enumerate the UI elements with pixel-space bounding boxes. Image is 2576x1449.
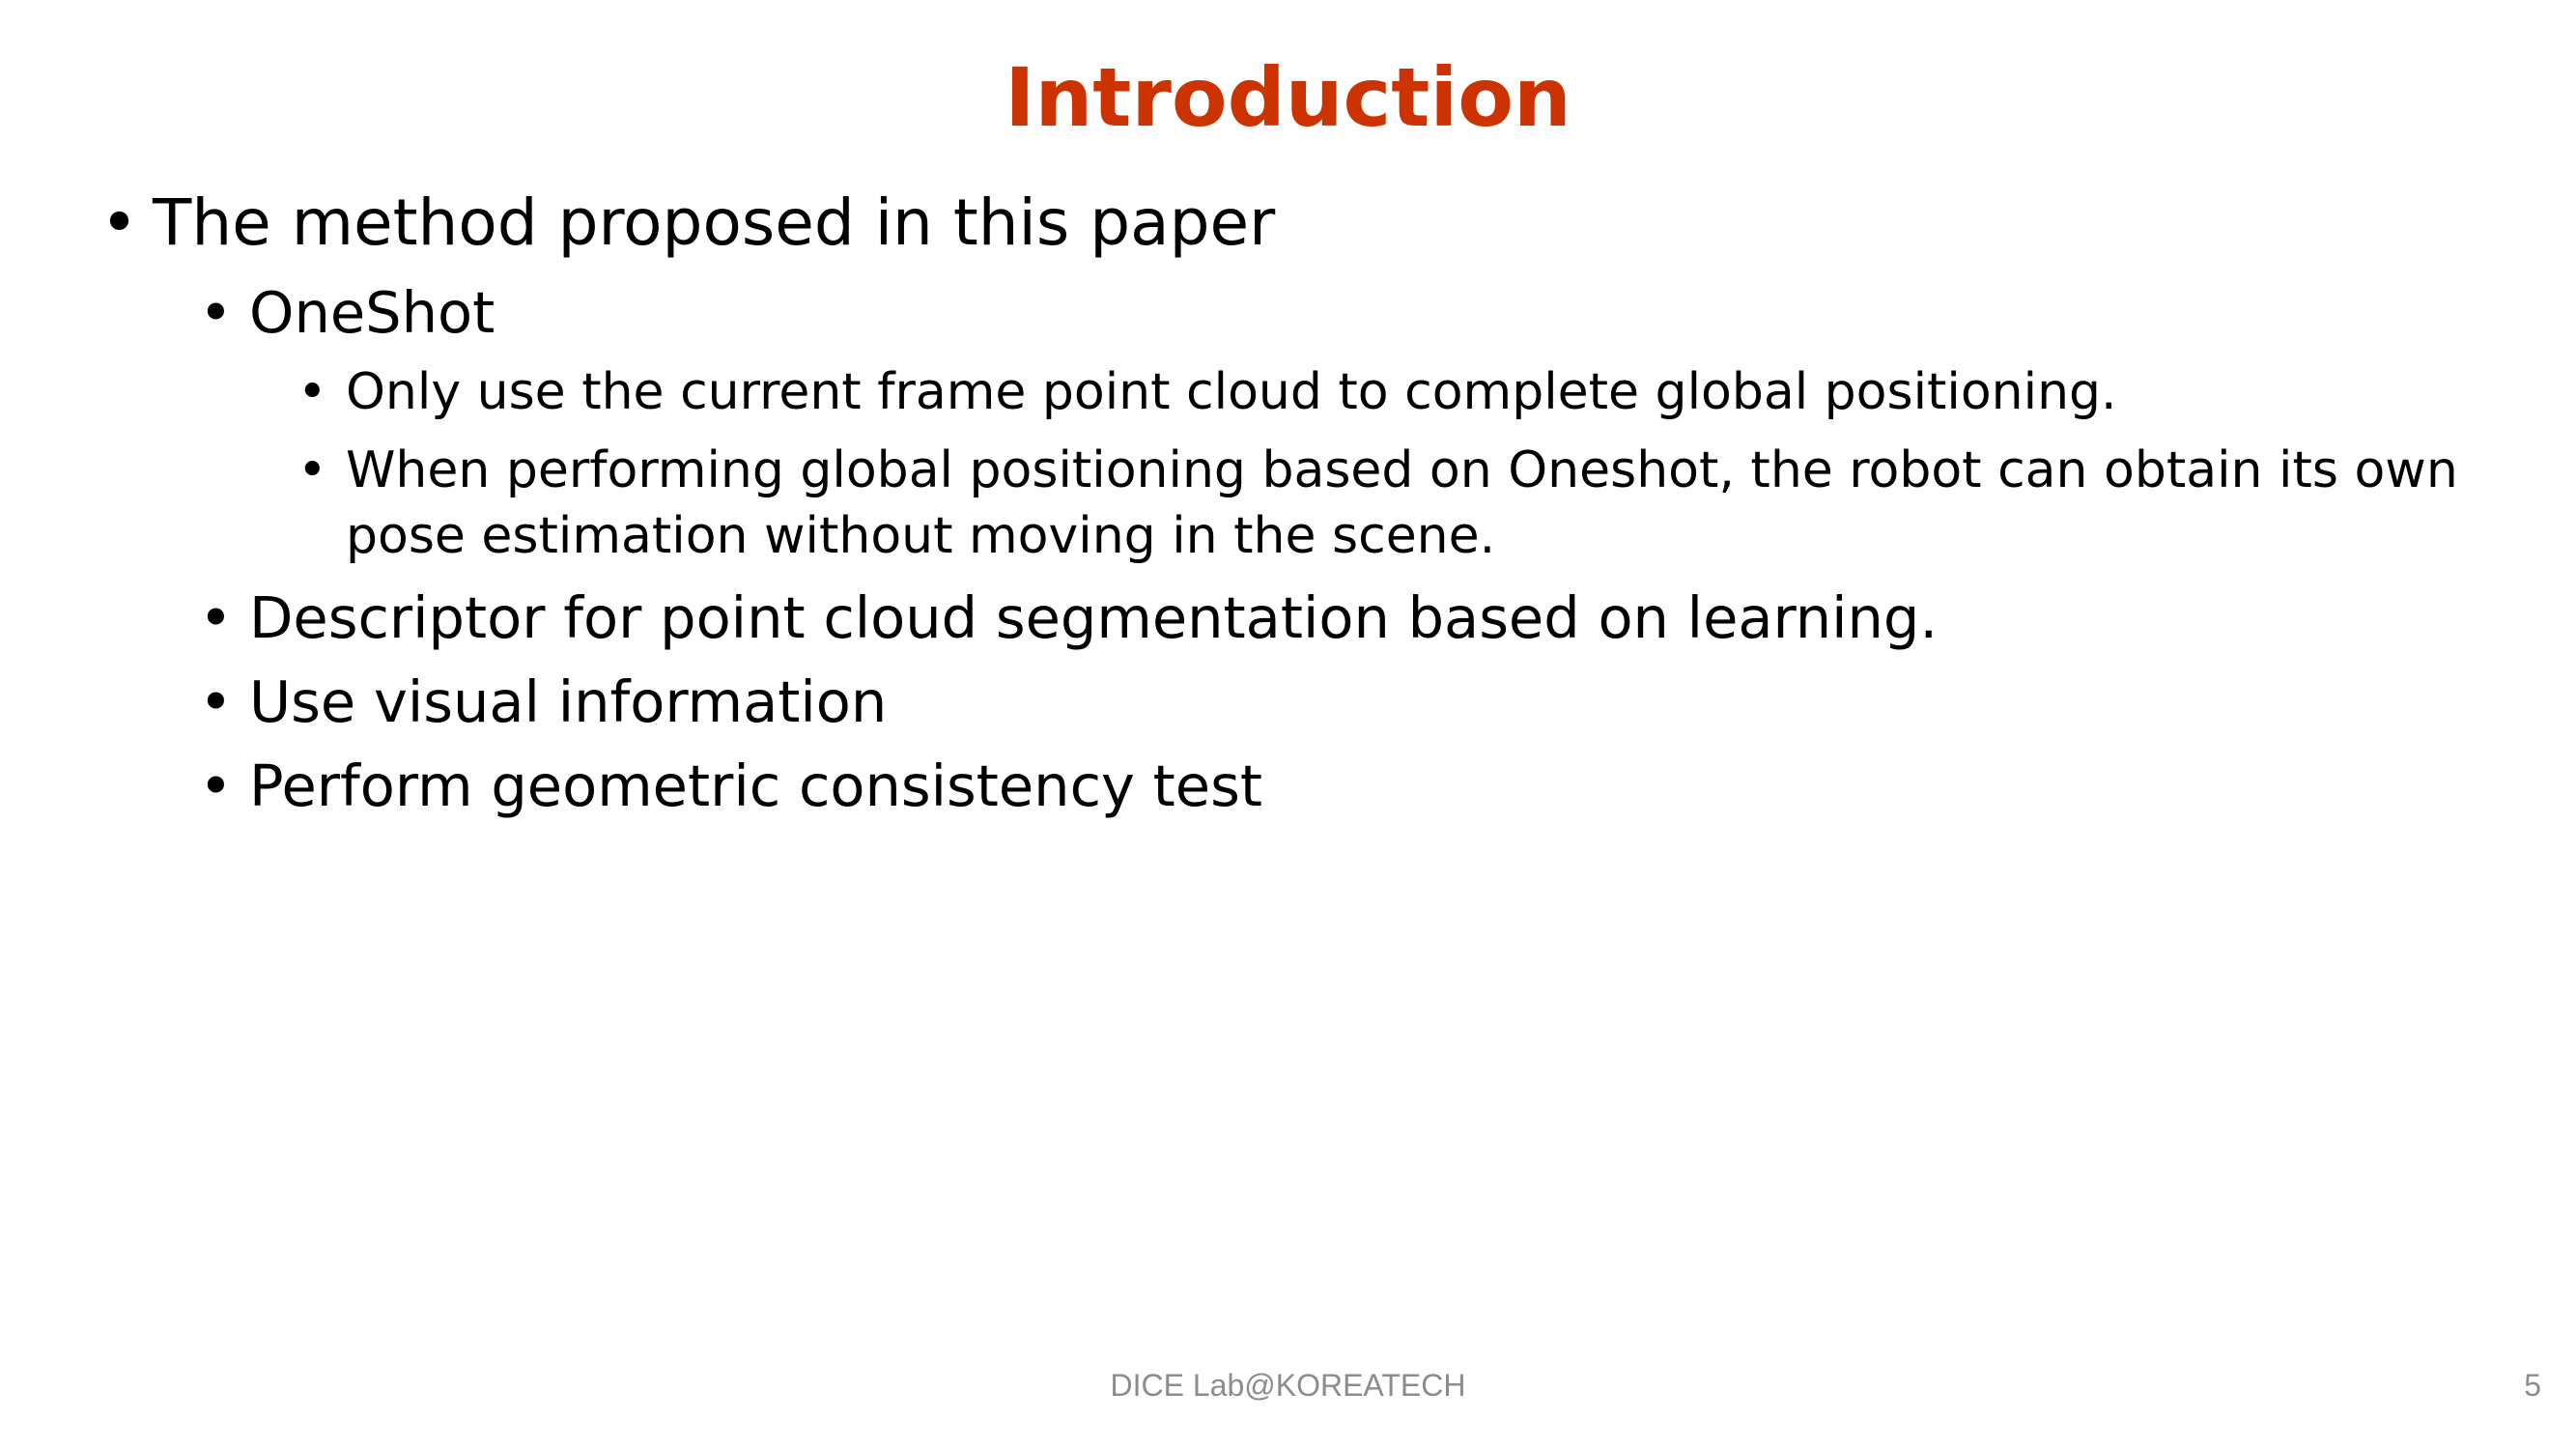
bullet-text-level2: Use visual information [249, 668, 888, 735]
slide-footer: DICE Lab@KOREATECH [1110, 1368, 1466, 1403]
page-number: 5 [2524, 1368, 2541, 1403]
bullet-text-level2: Perform geometric consistency test [249, 753, 1262, 819]
bullet-text-level3-continuation: pose estimation without moving in the sc… [346, 507, 1496, 565]
bullet-icon: • [100, 185, 138, 260]
bullet-icon: • [199, 279, 233, 346]
bullet-text-level3: When performing global positioning based… [346, 441, 2458, 499]
slide: Introduction • The method proposed in th… [0, 0, 2576, 1449]
slide-title: Introduction [1005, 50, 1571, 145]
bullet-text-level2: Descriptor for point cloud segmentation … [249, 584, 1939, 651]
bullet-icon: • [199, 584, 233, 651]
bullet-text-level1: The method proposed in this paper [153, 185, 1276, 260]
bullet-text-level3: Only use the current frame point cloud t… [346, 363, 2117, 421]
bullet-icon: • [199, 753, 233, 819]
bullet-icon: • [199, 668, 233, 735]
bullet-text-level2: OneShot [249, 279, 495, 346]
bullet-icon: • [297, 363, 327, 421]
bullet-icon: • [297, 441, 327, 499]
